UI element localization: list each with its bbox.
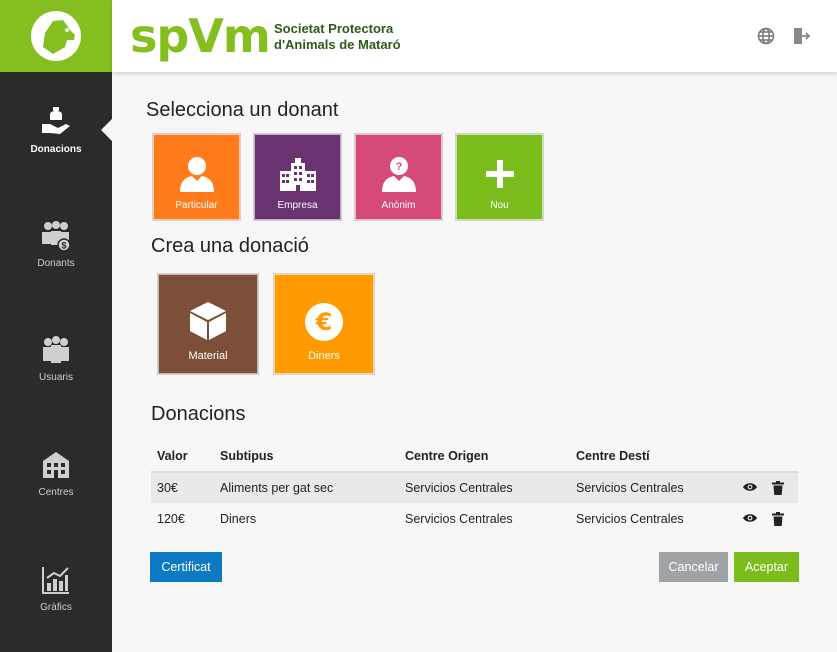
view-eye-icon[interactable] — [742, 512, 758, 524]
sidebar-item-label: Usuaris — [39, 372, 73, 383]
sidebar-item-grafics[interactable]: Gràfics — [0, 564, 112, 634]
tile-label: Material — [188, 350, 228, 362]
building-icon — [43, 452, 69, 478]
delete-trash-icon[interactable] — [772, 511, 784, 526]
cell-valor: 30€ — [151, 472, 214, 503]
brand-subtitle-line1: Societat Protectora — [274, 21, 394, 36]
sidebar: Donacions $ Donants Usuaris Centres Gràf… — [0, 72, 112, 652]
office-building-icon — [279, 158, 316, 191]
cell-centre-desti: Servicios Centrales — [570, 472, 730, 503]
cell-centre-origen: Servicios Centrales — [405, 511, 513, 526]
tile-diners[interactable]: € Diners — [273, 273, 375, 375]
sidebar-item-usuaris[interactable]: Usuaris — [0, 334, 112, 404]
table-row[interactable]: 30€ Aliments per gat sec Servicios Centr… — [151, 472, 798, 503]
sidebar-item-donants[interactable]: $ Donants — [0, 220, 112, 290]
sidebar-item-label: Donants — [37, 258, 75, 269]
tile-label: Diners — [308, 350, 340, 362]
table-row[interactable]: 120€ Diners Servicios Centrales Servicio… — [151, 503, 798, 534]
euro-icon: € — [305, 303, 343, 341]
delete-trash-icon[interactable] — [772, 481, 784, 495]
cell-centre-desti: Servicios Centrales — [576, 511, 684, 526]
donation-hand-icon — [42, 107, 70, 134]
cell-valor: 120€ — [157, 511, 185, 526]
globe-icon[interactable] — [756, 26, 776, 46]
tile-anonim[interactable]: ? Anònim — [354, 133, 443, 221]
certificate-button[interactable]: Certificat — [150, 552, 222, 582]
tile-material[interactable]: Material — [157, 273, 259, 375]
users-group-icon — [43, 336, 69, 363]
svg-text:€: € — [315, 308, 333, 336]
cell-actions — [730, 472, 798, 503]
sidebar-item-donacions[interactable]: Donacions — [0, 106, 112, 176]
active-indicator — [101, 118, 113, 142]
accept-button[interactable]: Aceptar — [734, 552, 799, 582]
donations-table: Valor Subtipus Centre Origen Centre Dest… — [151, 440, 798, 534]
tile-label: Particular — [175, 200, 218, 211]
svg-text:?: ? — [395, 161, 402, 173]
chart-icon — [42, 567, 69, 594]
plus-icon — [485, 160, 514, 188]
tile-label: Nou — [490, 200, 509, 211]
sidebar-item-label: Donacions — [30, 144, 82, 155]
sidebar-item-label: Gràfics — [40, 602, 72, 613]
donor-section-title: Selecciona un donant — [146, 99, 339, 121]
tile-particular[interactable]: Particular — [152, 133, 241, 221]
top-bar: spVm Societat Protectora d'Animals de Ma… — [112, 0, 837, 72]
cell-actions — [730, 503, 798, 534]
table-header-row: Valor Subtipus Centre Origen Centre Dest… — [151, 440, 798, 473]
sidebar-item-centres[interactable]: Centres — [0, 449, 112, 519]
brand-subtitle: Societat Protectora d'Animals de Mataró — [274, 21, 401, 53]
column-header-actions — [730, 440, 798, 473]
tile-empresa[interactable]: Empresa — [253, 133, 342, 221]
column-header-centre-desti[interactable]: Centre Destí — [570, 440, 730, 473]
donors-group-icon: $ — [42, 221, 71, 252]
brand-subtitle-line2: d'Animals de Mataró — [274, 37, 401, 52]
dog-logo-icon — [31, 11, 81, 61]
cell-subtipus: Aliments per gat sec — [214, 472, 399, 503]
tile-nou[interactable]: Nou — [455, 133, 544, 221]
view-eye-icon[interactable] — [742, 481, 758, 493]
cell-subtipus: Diners — [220, 511, 257, 526]
anonymous-person-icon: ? — [381, 157, 416, 192]
column-header-subtipus[interactable]: Subtipus — [214, 440, 399, 473]
create-section-title: Crea una donació — [151, 235, 309, 257]
brand-logo-text: spVm — [130, 9, 271, 63]
column-header-valor[interactable]: Valor — [151, 440, 214, 473]
person-icon — [179, 157, 214, 192]
box-icon — [190, 302, 226, 340]
app-logo-box[interactable] — [0, 0, 112, 72]
svg-text:$: $ — [61, 241, 66, 251]
tile-label: Empresa — [277, 200, 318, 211]
cell-centre-origen: Servicios Centrales — [399, 472, 570, 503]
logout-icon[interactable] — [791, 26, 811, 46]
tile-label: Anònim — [381, 200, 416, 211]
sidebar-item-label: Centres — [38, 487, 74, 498]
column-header-centre-origen[interactable]: Centre Origen — [399, 440, 570, 473]
donations-section-title: Donacions — [151, 403, 246, 425]
cancel-button[interactable]: Cancelar — [659, 552, 728, 582]
